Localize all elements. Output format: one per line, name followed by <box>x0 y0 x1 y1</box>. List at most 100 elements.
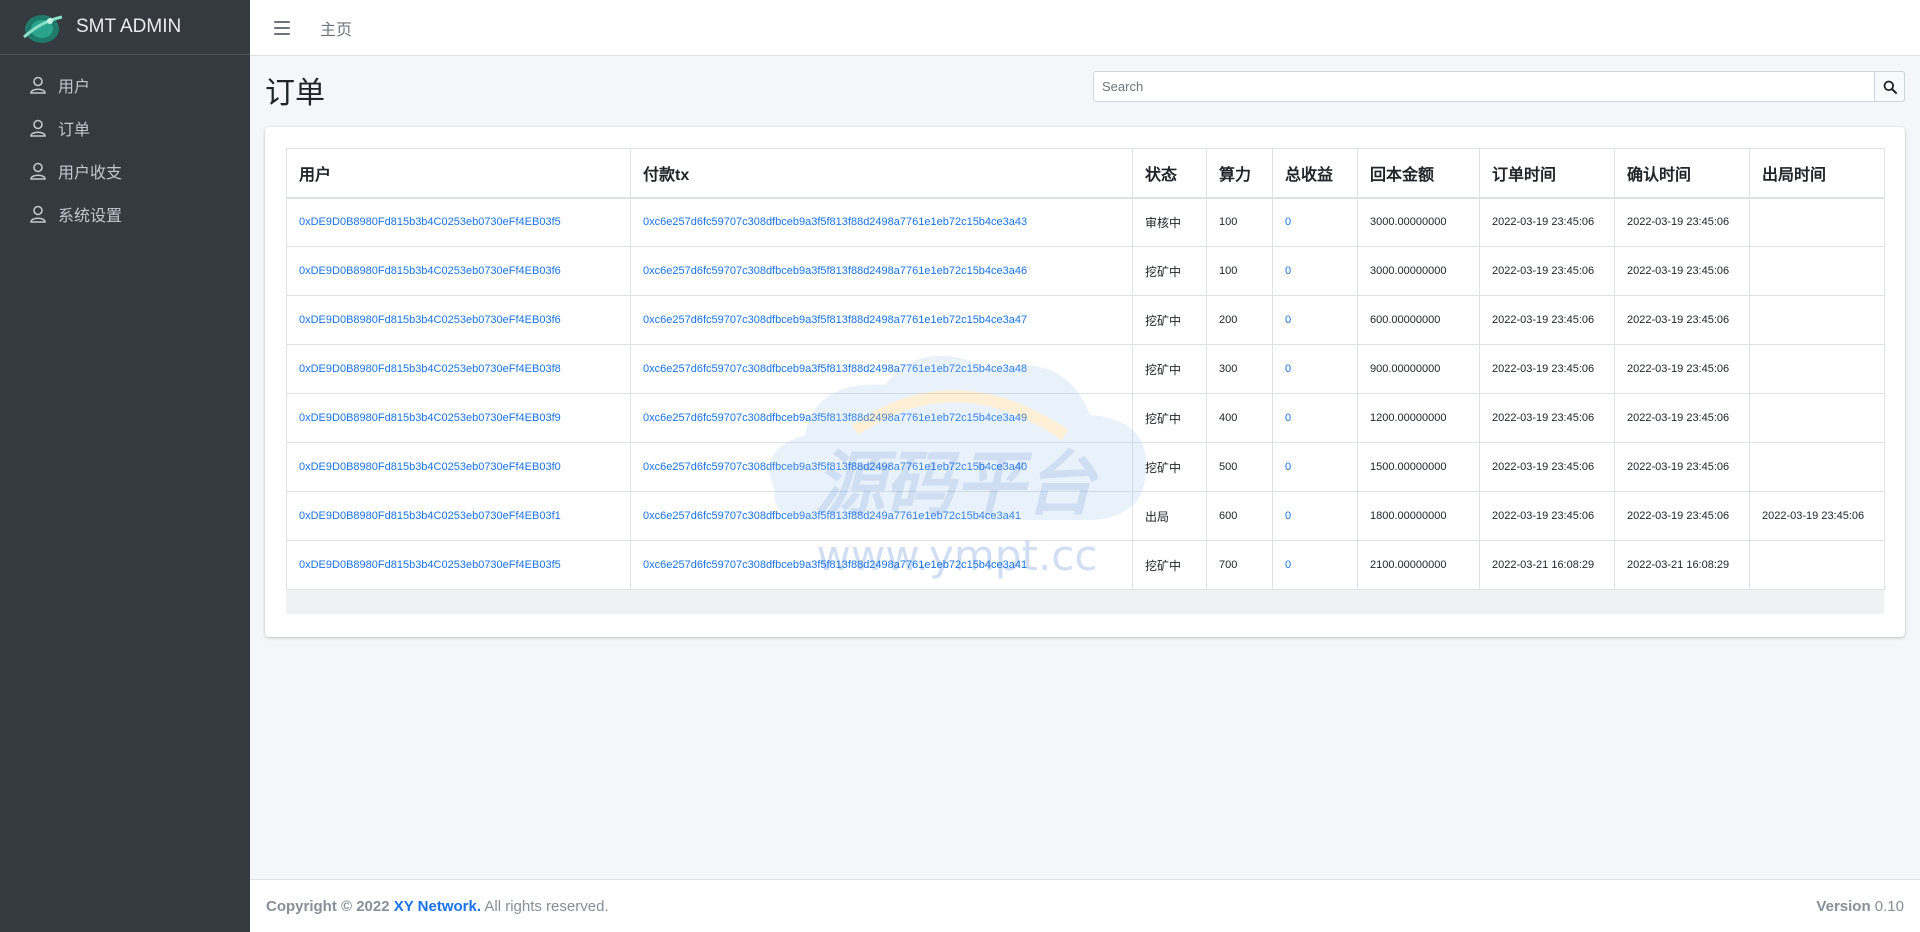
hashrate-cell: 700 <box>1219 559 1238 571</box>
table-cell <box>1749 442 1885 492</box>
table-cell <box>1749 295 1885 345</box>
rights-text: All rights reserved. <box>484 897 609 915</box>
table-cell <box>1749 540 1885 590</box>
table-cell: 500 <box>1206 442 1273 492</box>
table-cell: 2022-03-19 23:45:06 <box>1479 295 1615 345</box>
hashrate-cell: 200 <box>1219 314 1238 326</box>
confirm-time-cell: 2022-03-19 23:45:06 <box>1627 412 1730 424</box>
user-address-link[interactable]: 0xDE9D0B8980Fd815b3b4C0253eb0730eFf4EB03… <box>299 314 561 326</box>
total-earnings-link[interactable]: 0 <box>1285 363 1291 375</box>
total-earnings-link[interactable]: 0 <box>1285 559 1291 571</box>
table-cell: 2022-03-19 23:45:06 <box>1479 344 1615 394</box>
column-header-confirm-time[interactable]: 确认时间 <box>1614 148 1750 199</box>
hashrate-cell: 400 <box>1219 412 1238 424</box>
table-cell: 2022-03-19 23:45:06 <box>1614 295 1750 345</box>
table-cell: 1500.00000000 <box>1357 442 1480 492</box>
hashrate-cell: 600 <box>1219 510 1238 522</box>
payment-tx-link[interactable]: 0xc6e257d6fc59707c308dfbceb9a3f5f813f88d… <box>643 216 1027 228</box>
total-earnings-link[interactable]: 0 <box>1285 314 1291 326</box>
brand-logo-icon <box>23 15 63 43</box>
table-cell: 0 <box>1272 540 1358 590</box>
table-cell: 0 <box>1272 344 1358 394</box>
column-header-hashrate[interactable]: 算力 <box>1206 148 1273 199</box>
brand[interactable]: SMT ADMIN <box>0 0 250 55</box>
table-row: 0xDE9D0B8980Fd815b3b4C0253eb0730eFf4EB03… <box>286 295 1885 345</box>
user-address-link[interactable]: 0xDE9D0B8980Fd815b3b4C0253eb0730eFf4EB03… <box>299 265 561 277</box>
sidebar-item-orders[interactable]: 订单 <box>0 106 250 149</box>
company-link[interactable]: XY Network. <box>394 898 481 915</box>
table-cell: 2022-03-21 16:08:29 <box>1479 540 1615 590</box>
total-earnings-link[interactable]: 0 <box>1285 510 1291 522</box>
confirm-time-cell: 2022-03-19 23:45:06 <box>1627 216 1730 229</box>
payment-tx-link[interactable]: 0xc6e257d6fc59707c308dfbceb9a3f5f813f88d… <box>643 363 1027 375</box>
total-earnings-link[interactable]: 0 <box>1285 412 1291 424</box>
table-cell: 0xDE9D0B8980Fd815b3b4C0253eb0730eFf4EB03… <box>286 442 631 492</box>
table-cell: 0xc6e257d6fc59707c308dfbceb9a3f5f813f88d… <box>630 540 1133 590</box>
table-cell: 2022-03-21 16:08:29 <box>1614 540 1750 590</box>
sidebar-item-user-finance[interactable]: 用户收支 <box>0 149 250 192</box>
table-cell: 2022-03-19 23:45:06 <box>1614 197 1750 247</box>
total-earnings-link[interactable]: 0 <box>1285 461 1291 473</box>
confirm-time-cell: 2022-03-19 23:45:06 <box>1627 461 1730 473</box>
user-address-link[interactable]: 0xDE9D0B8980Fd815b3b4C0253eb0730eFf4EB03… <box>299 461 561 473</box>
user-address-link[interactable]: 0xDE9D0B8980Fd815b3b4C0253eb0730eFf4EB03… <box>299 559 561 571</box>
order-time-cell: 2022-03-19 23:45:06 <box>1492 461 1595 473</box>
user-address-link[interactable]: 0xDE9D0B8980Fd815b3b4C0253eb0730eFf4EB03… <box>299 412 561 424</box>
table-cell: 0xDE9D0B8980Fd815b3b4C0253eb0730eFf4EB03… <box>286 344 631 394</box>
search-button[interactable] <box>1874 71 1905 102</box>
table-cell: 2022-03-19 23:45:06 <box>1614 442 1750 492</box>
search-icon <box>1883 80 1897 94</box>
table-scrollbar[interactable] <box>286 590 1884 614</box>
column-header-total-earnings[interactable]: 总收益 <box>1272 148 1358 199</box>
column-header-status[interactable]: 状态 <box>1132 148 1207 199</box>
order-time-cell: 2022-03-19 23:45:06 <box>1492 265 1595 277</box>
footer: Copyright © 2022 XY Network. All rights … <box>250 879 1920 932</box>
sidebar-item-label: 系统设置 <box>58 207 123 225</box>
table-cell: 0xDE9D0B8980Fd815b3b4C0253eb0730eFf4EB03… <box>286 540 631 590</box>
payback-amount-cell: 1200.00000000 <box>1370 412 1447 424</box>
payment-tx-link[interactable]: 0xc6e257d6fc59707c308dfbceb9a3f5f813f88d… <box>643 265 1027 277</box>
total-earnings-link[interactable]: 0 <box>1285 265 1291 277</box>
column-header-order-time[interactable]: 订单时间 <box>1479 148 1615 199</box>
sidebar-item-users[interactable]: 用户 <box>0 63 250 106</box>
table-cell: 0 <box>1272 442 1358 492</box>
version: Version 0.10 <box>1816 898 1904 915</box>
copyright: Copyright © 2022 XY Network. All rights … <box>266 898 609 915</box>
menu-toggle-icon[interactable] <box>274 20 290 35</box>
user-icon <box>28 118 48 138</box>
user-address-link[interactable]: 0xDE9D0B8980Fd815b3b4C0253eb0730eFf4EB03… <box>299 363 561 375</box>
payment-tx-link[interactable]: 0xc6e257d6fc59707c308dfbceb9a3f5f813f88d… <box>643 559 1027 571</box>
table-cell: 100 <box>1206 246 1273 296</box>
payment-tx-link[interactable]: 0xc6e257d6fc59707c308dfbceb9a3f5f813f88d… <box>643 412 1027 424</box>
column-header-user[interactable]: 用户 <box>286 148 631 199</box>
home-link[interactable]: 主页 <box>320 16 352 40</box>
table-cell: 0xDE9D0B8980Fd815b3b4C0253eb0730eFf4EB03… <box>286 491 631 541</box>
top-navbar: 主页 <box>250 0 1920 56</box>
table-cell: 2022-03-19 23:45:06 <box>1479 197 1615 247</box>
user-address-link[interactable]: 0xDE9D0B8980Fd815b3b4C0253eb0730eFf4EB03… <box>299 510 561 522</box>
column-header-exit-time[interactable]: 出局时间 <box>1749 148 1885 199</box>
payment-tx-link[interactable]: 0xc6e257d6fc59707c308dfbceb9a3f5f813f88d… <box>643 314 1027 326</box>
payment-tx-link[interactable]: 0xc6e257d6fc59707c308dfbceb9a3f5f813f88d… <box>643 510 1021 522</box>
table-cell: 2100.00000000 <box>1357 540 1480 590</box>
payback-amount-cell: 1800.00000000 <box>1370 510 1447 522</box>
column-header-payback-amount[interactable]: 回本金额 <box>1357 148 1480 199</box>
total-earnings-link[interactable]: 0 <box>1285 216 1291 228</box>
table-cell <box>1749 393 1885 443</box>
confirm-time-cell: 2022-03-19 23:45:06 <box>1627 314 1730 326</box>
hashrate-cell: 300 <box>1219 363 1238 375</box>
user-address-link[interactable]: 0xDE9D0B8980Fd815b3b4C0253eb0730eFf4EB03… <box>299 216 561 228</box>
sidebar-item-settings[interactable]: 系统设置 <box>0 192 250 235</box>
table-cell: 2022-03-19 23:45:06 <box>1614 246 1750 296</box>
status-cell: 挖矿中 <box>1145 313 1182 328</box>
table-cell: 0 <box>1272 295 1358 345</box>
column-header-payment-tx[interactable]: 付款tx <box>630 148 1133 199</box>
table-cell: 700 <box>1206 540 1273 590</box>
search-input[interactable] <box>1093 71 1874 102</box>
payment-tx-link[interactable]: 0xc6e257d6fc59707c308dfbceb9a3f5f813f88d… <box>643 461 1027 473</box>
exit-time-cell: 2022-03-19 23:45:06 <box>1762 510 1865 522</box>
table-cell: 挖矿中 <box>1132 295 1207 345</box>
status-cell: 出局 <box>1145 509 1170 524</box>
table-row: 0xDE9D0B8980Fd815b3b4C0253eb0730eFf4EB03… <box>286 393 1885 443</box>
hashrate-cell: 100 <box>1219 265 1238 277</box>
